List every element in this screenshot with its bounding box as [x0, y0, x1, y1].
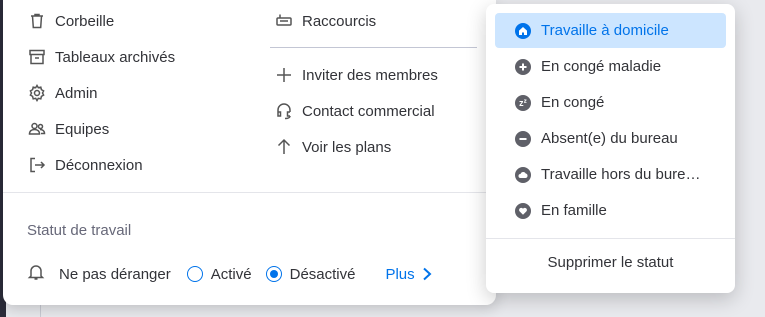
menu-item-label: Admin — [55, 84, 98, 102]
radio-enabled[interactable]: Activé — [186, 265, 252, 283]
more-status-label: Plus — [385, 265, 415, 283]
menu-item-label: Equipes — [55, 120, 110, 138]
menu-item-label: Raccourcis — [302, 12, 377, 30]
menu-item-view-plans[interactable]: Voir les plans — [274, 135, 391, 159]
work-status-title: Statut de travail — [27, 222, 132, 239]
status-item-label: Travaille à domicile — [541, 22, 669, 39]
heart-icon — [515, 202, 531, 219]
status-item-label: En congé — [541, 94, 605, 111]
remove-status-button[interactable]: Supprimer le statut — [486, 254, 735, 271]
headset-icon — [274, 101, 294, 121]
status-divider — [486, 238, 735, 239]
trash-icon — [27, 11, 47, 31]
status-item-work-from-home[interactable]: Travaille à domicile — [495, 13, 726, 48]
archive-icon — [27, 47, 47, 67]
section-divider — [3, 192, 496, 193]
menu-item-shortcuts[interactable]: Raccourcis — [274, 9, 376, 33]
account-menu: Corbeille Tableaux archivés Admin Equipe… — [3, 0, 496, 305]
menu-item-label: Contact commercial — [302, 102, 435, 120]
status-item-label: Absent(e) du bureau — [541, 130, 678, 147]
do-not-disturb-label: Ne pas déranger — [59, 265, 171, 283]
radio-enabled-circle[interactable] — [186, 266, 203, 282]
menu-item-archived-boards[interactable]: Tableaux archivés — [27, 45, 175, 69]
status-item-vacation[interactable]: En congé — [495, 85, 726, 120]
status-item-out-of-office[interactable]: Absent(e) du bureau — [495, 121, 726, 156]
status-submenu: Travaille à domicile En congé maladie En… — [486, 4, 735, 293]
more-status-button[interactable]: Plus — [385, 266, 432, 283]
bell-icon — [27, 263, 45, 285]
status-item-label: En congé maladie — [541, 58, 662, 75]
chevron-right-icon — [422, 267, 432, 281]
logout-icon — [27, 155, 47, 175]
menu-item-label: Voir les plans — [302, 138, 392, 156]
team-icon — [27, 119, 47, 139]
plus-icon — [274, 65, 294, 85]
zzz-icon — [515, 94, 531, 111]
menu-item-label: Déconnexion — [55, 156, 143, 174]
menu-item-trash[interactable]: Corbeille — [27, 9, 114, 33]
menu-item-logout[interactable]: Déconnexion — [27, 153, 143, 177]
menu-item-label: Tableaux archivés — [55, 48, 176, 66]
radio-disabled-label: Désactivé — [289, 265, 356, 283]
plus-circle-icon — [515, 58, 531, 75]
keyboard-icon — [274, 11, 294, 31]
minus-circle-icon — [515, 130, 531, 147]
status-item-working-remotely[interactable]: Travaille hors du bure… — [495, 157, 726, 192]
home-icon — [515, 22, 531, 39]
status-item-family-time[interactable]: En famille — [495, 193, 726, 228]
status-item-label: En famille — [541, 202, 607, 219]
radio-enabled-label: Activé — [210, 265, 252, 283]
menu-item-teams[interactable]: Equipes — [27, 117, 109, 141]
menu-item-contact-sales[interactable]: Contact commercial — [274, 99, 435, 123]
gear-icon — [27, 83, 47, 103]
radio-disabled[interactable]: Désactivé — [265, 265, 356, 283]
cloud-icon — [515, 166, 531, 183]
menu-item-label: Corbeille — [55, 12, 115, 30]
radio-disabled-circle[interactable] — [265, 266, 282, 282]
status-item-sick-leave[interactable]: En congé maladie — [495, 49, 726, 84]
arrow-up-icon — [274, 137, 294, 157]
menu-item-label: Inviter des membres — [302, 66, 438, 84]
menu-divider — [270, 47, 477, 48]
menu-item-invite-members[interactable]: Inviter des membres — [274, 63, 438, 87]
menu-item-admin[interactable]: Admin — [27, 81, 98, 105]
status-item-label: Travaille hors du bure… — [541, 166, 701, 183]
do-not-disturb-row: Ne pas déranger Activé Désactivé Plus — [27, 262, 433, 286]
